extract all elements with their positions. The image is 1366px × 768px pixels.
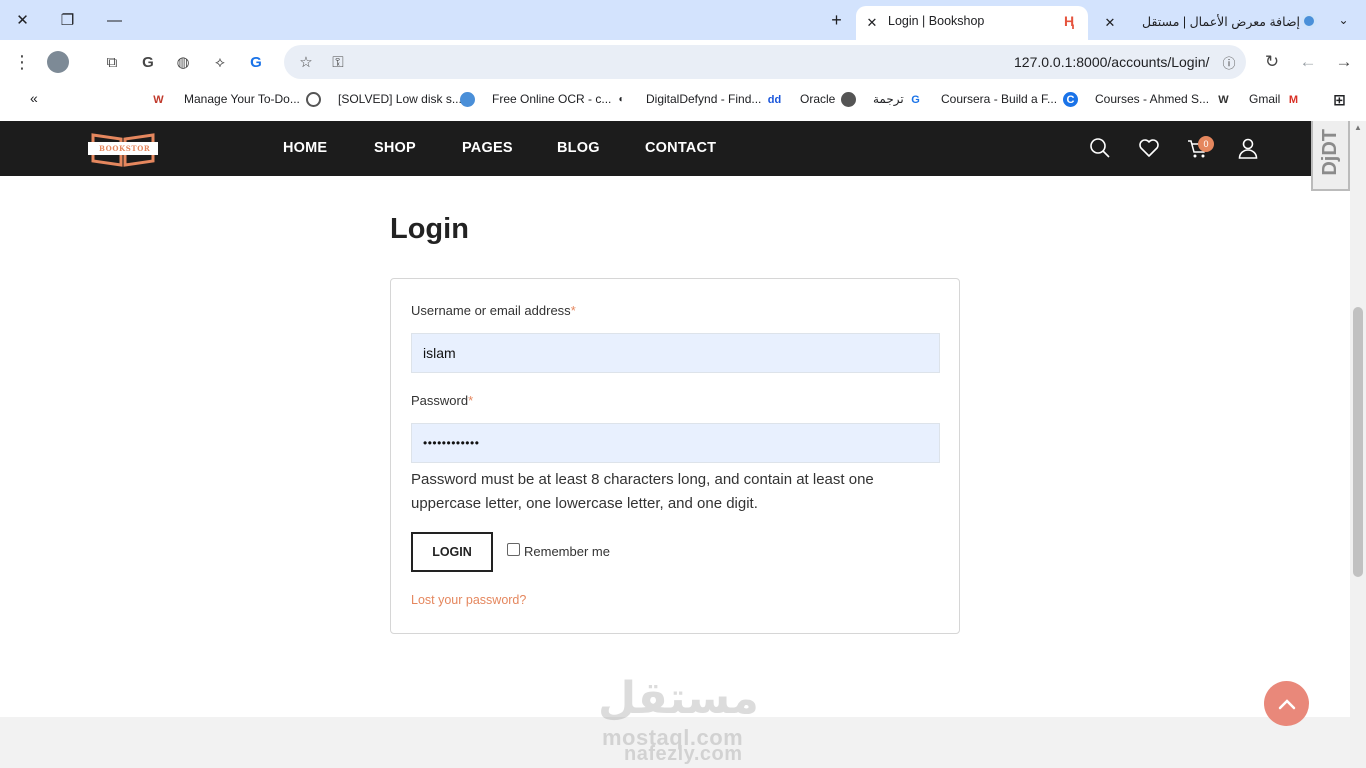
close-tab-icon[interactable]: ✕: [1102, 15, 1118, 31]
password-help-text: Password must be at least 8 characters l…: [411, 471, 874, 512]
bookmark-w-icon: W: [153, 93, 164, 106]
tab-strip: ✕ ❐ — + ✕ Login | Bookshop Ⱨ ✕ إضافة معر…: [0, 0, 1366, 40]
remember-me-label[interactable]: Remember me: [524, 544, 610, 559]
password-label-text: Password: [411, 393, 469, 408]
tab-login-bookshop[interactable]: ✕ Login | Bookshop Ⱨ: [856, 6, 1088, 40]
bookmarks-overflow-icon[interactable]: «: [30, 90, 38, 106]
bookmark-globe-icon: [306, 92, 321, 107]
bookmark-translate-icon: G: [911, 93, 920, 106]
account-user-icon[interactable]: [1237, 137, 1259, 159]
scrollbar-thumb[interactable]: [1353, 307, 1363, 577]
password-label: Password*: [411, 393, 473, 408]
bookmark-item[interactable]: Free Online OCR - c...: [492, 92, 611, 106]
scroll-up-arrow-icon[interactable]: ▲: [1354, 123, 1362, 132]
page-title: Login: [390, 213, 469, 245]
site-logo[interactable]: BOOKSTOR: [87, 129, 159, 169]
required-mark: *: [570, 303, 576, 318]
restore-window-button[interactable]: ❐: [45, 0, 90, 40]
bookmark-coursera-icon: C: [1063, 92, 1078, 107]
bookmark-item[interactable]: Gmail: [1249, 92, 1280, 106]
browser-toolbar: ⋮ ⧉ G ◍ ⟡ G ☆ ⚿ 127.0.0.1:8000/accounts/…: [0, 40, 1366, 85]
bookmark-item[interactable]: [SOLVED] Low disk s...: [338, 92, 462, 106]
lost-password-link[interactable]: Lost your password?: [411, 593, 526, 607]
nav-shop[interactable]: SHOP: [374, 140, 416, 156]
username-input[interactable]: islam: [411, 333, 940, 373]
new-tab-button[interactable]: +: [814, 0, 859, 40]
site-navbar: BOOKSTOR HOME SHOP PAGES BLOG CONTACT 0: [0, 121, 1350, 176]
login-form: Username or email address* islam Passwor…: [390, 278, 960, 634]
nav-contact[interactable]: CONTACT: [645, 140, 716, 156]
nav-home[interactable]: HOME: [283, 140, 327, 156]
menu-dots-icon[interactable]: ⋮: [11, 51, 33, 73]
minimize-window-button[interactable]: —: [92, 0, 137, 40]
bookmark-item[interactable]: Courses - Ahmed S...: [1095, 92, 1209, 106]
watermark-line2: nafezly.com: [624, 743, 743, 765]
djdt-label: DjDT: [1319, 129, 1341, 176]
bookmark-globe-icon: [841, 92, 856, 107]
url-text[interactable]: 127.0.0.1:8000/accounts/Login/: [1014, 54, 1209, 70]
site-info-icon[interactable]: ⓘ: [1218, 51, 1240, 73]
required-mark: *: [468, 393, 474, 408]
tab-search-chevron-icon[interactable]: ⌄: [1321, 0, 1366, 40]
close-tab-icon[interactable]: ✕: [864, 15, 880, 31]
tab-title: إضافة معرض الأعمال | مستقل: [1142, 15, 1301, 29]
all-bookmarks-grid-icon[interactable]: ⊞: [1332, 92, 1347, 109]
bookmark-globe-icon: [460, 92, 475, 107]
page-viewport: BOOKSTOR HOME SHOP PAGES BLOG CONTACT 0 …: [0, 121, 1350, 768]
bookmark-item[interactable]: Oracle: [800, 92, 835, 106]
bookmark-ocr-icon: ◐: [618, 94, 625, 105]
cart-count-badge: 0: [1198, 136, 1214, 152]
close-window-button[interactable]: ✕: [0, 0, 45, 40]
username-label-text: Username or email address: [411, 303, 571, 318]
translate-icon[interactable]: G: [245, 51, 267, 73]
address-bar[interactable]: ☆ ⚿ 127.0.0.1:8000/accounts/Login/ ⓘ: [284, 45, 1246, 79]
login-button[interactable]: LOGIN: [411, 532, 493, 572]
search-icon[interactable]: [1089, 137, 1111, 159]
grammarly-icon[interactable]: G: [137, 51, 159, 73]
remember-me-checkbox[interactable]: [507, 543, 520, 556]
extensions-icon[interactable]: ⧉: [101, 51, 123, 73]
watermark-arabic: مستقل: [598, 673, 759, 724]
back-icon[interactable]: →: [1333, 51, 1355, 73]
bookmark-item[interactable]: DigitalDefynd - Find...: [646, 92, 761, 106]
reload-icon[interactable]: ↻: [1261, 51, 1283, 73]
site-favicon-icon: Ⱨ: [1064, 13, 1075, 29]
logo-text: BOOKSTOR: [99, 144, 151, 153]
scroll-to-top-button[interactable]: [1264, 681, 1309, 726]
bookmark-w-icon: W: [1218, 93, 1229, 106]
bookmark-star-icon[interactable]: ☆: [295, 51, 317, 73]
profile-avatar[interactable]: [47, 51, 69, 73]
tab-title: Login | Bookshop: [888, 14, 985, 28]
bookmark-dd-icon: dd: [767, 93, 782, 106]
bookmark-item[interactable]: Manage Your To-Do...: [184, 92, 300, 106]
password-key-icon[interactable]: ⚿: [327, 51, 349, 73]
django-debug-toolbar-handle[interactable]: DjDT: [1311, 121, 1350, 191]
mostaql-favicon-icon: [1301, 13, 1317, 29]
password-input[interactable]: ••••••••••••: [411, 423, 940, 463]
username-label: Username or email address*: [411, 303, 576, 318]
bookmarks-bar: « W Manage Your To-Do... [SOLVED] Low di…: [0, 85, 1366, 115]
nav-pages[interactable]: PAGES: [462, 140, 513, 156]
pin-extension-icon[interactable]: ⟡: [209, 51, 231, 73]
mostaql-watermark: مستقل mostaql.com nafezly.com: [598, 673, 770, 768]
gmail-icon: M: [1288, 93, 1299, 106]
tab-mostaql[interactable]: ✕ إضافة معرض الأعمال | مستقل: [1094, 6, 1326, 40]
vpn-globe-icon[interactable]: ◍: [172, 51, 194, 73]
chevron-up-icon: [1278, 698, 1295, 709]
page-scrollbar[interactable]: ▲: [1350, 121, 1366, 768]
nav-blog[interactable]: BLOG: [557, 140, 600, 156]
wishlist-heart-icon[interactable]: [1138, 137, 1160, 159]
bookmark-item[interactable]: ترجمة: [873, 92, 904, 106]
bookmark-item[interactable]: Coursera - Build a F...: [941, 92, 1057, 106]
forward-icon[interactable]: ←: [1297, 51, 1319, 73]
